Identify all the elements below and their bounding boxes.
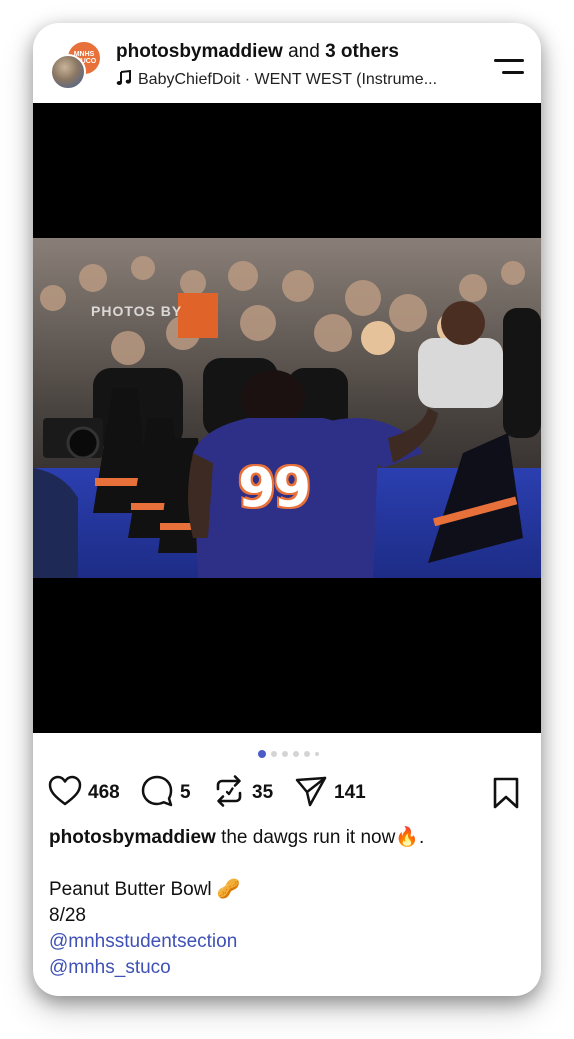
like-button[interactable]: 468 xyxy=(48,775,120,811)
share-button[interactable]: 141 xyxy=(294,775,366,811)
post-authors: photosbymaddiew and 3 others xyxy=(116,41,399,63)
share-count: 141 xyxy=(334,782,366,803)
carousel-dot xyxy=(271,751,277,757)
caption-username[interactable]: photosbymaddiew xyxy=(49,827,216,848)
repost-icon xyxy=(212,774,246,813)
comment-bubble-icon xyxy=(140,774,174,813)
avatar-stack[interactable]: MNHS STUCO xyxy=(50,40,104,94)
avatar-primary[interactable] xyxy=(50,54,86,90)
caption-event: Peanut Butter Bowl 🥜 xyxy=(49,879,241,900)
comment-count: 5 xyxy=(180,782,191,803)
post-media[interactable]: PHOTOS BY 99 xyxy=(33,103,541,733)
repost-count: 35 xyxy=(252,782,274,803)
jersey-number: 99 xyxy=(238,456,311,519)
caption-first-line: photosbymaddiew the dawgs run it now🔥. xyxy=(49,825,527,851)
carousel-dot xyxy=(304,751,310,757)
author-username[interactable]: photosbymaddiew xyxy=(116,41,283,62)
carousel-dot xyxy=(315,752,319,756)
heart-icon xyxy=(48,775,82,812)
comment-button[interactable]: 5 xyxy=(140,775,191,811)
caption-text: the dawgs run it now🔥. xyxy=(215,827,425,848)
post-card: MNHS STUCO photosbymaddiew and 3 others … xyxy=(33,23,541,996)
carousel-dot xyxy=(293,751,299,757)
other-authors-link[interactable]: 3 others xyxy=(325,41,399,62)
music-attribution[interactable]: BabyChiefDoit · WENT WEST (Instrume... xyxy=(116,70,476,91)
carousel-dot xyxy=(282,751,288,757)
mention-link-stuco[interactable]: @mnhs_stuco xyxy=(49,955,527,981)
repost-button[interactable]: 35 xyxy=(212,774,274,813)
carousel-indicator xyxy=(258,749,319,759)
post-header: MNHS STUCO photosbymaddiew and 3 others … xyxy=(33,23,541,103)
music-note-icon xyxy=(116,70,132,91)
authors-and-text: and xyxy=(282,41,326,62)
mention-link-studentsection[interactable]: @mnhsstudentsection xyxy=(49,929,527,955)
send-icon xyxy=(294,774,328,813)
menu-lines-icon[interactable] xyxy=(494,57,524,77)
bookmark-icon[interactable] xyxy=(492,777,520,814)
action-bar: 468 5 35 141 xyxy=(48,774,528,814)
like-count: 468 xyxy=(88,782,120,803)
post-caption: photosbymaddiew the dawgs run it now🔥. P… xyxy=(49,825,527,981)
caption-date: 8/28 xyxy=(49,905,86,926)
carousel-dot-active xyxy=(258,750,266,758)
music-track-label: BabyChiefDoit · WENT WEST (Instrume... xyxy=(138,71,438,88)
photo-watermark: PHOTOS BY xyxy=(91,303,183,319)
post-photo[interactable]: PHOTOS BY 99 xyxy=(33,238,541,578)
